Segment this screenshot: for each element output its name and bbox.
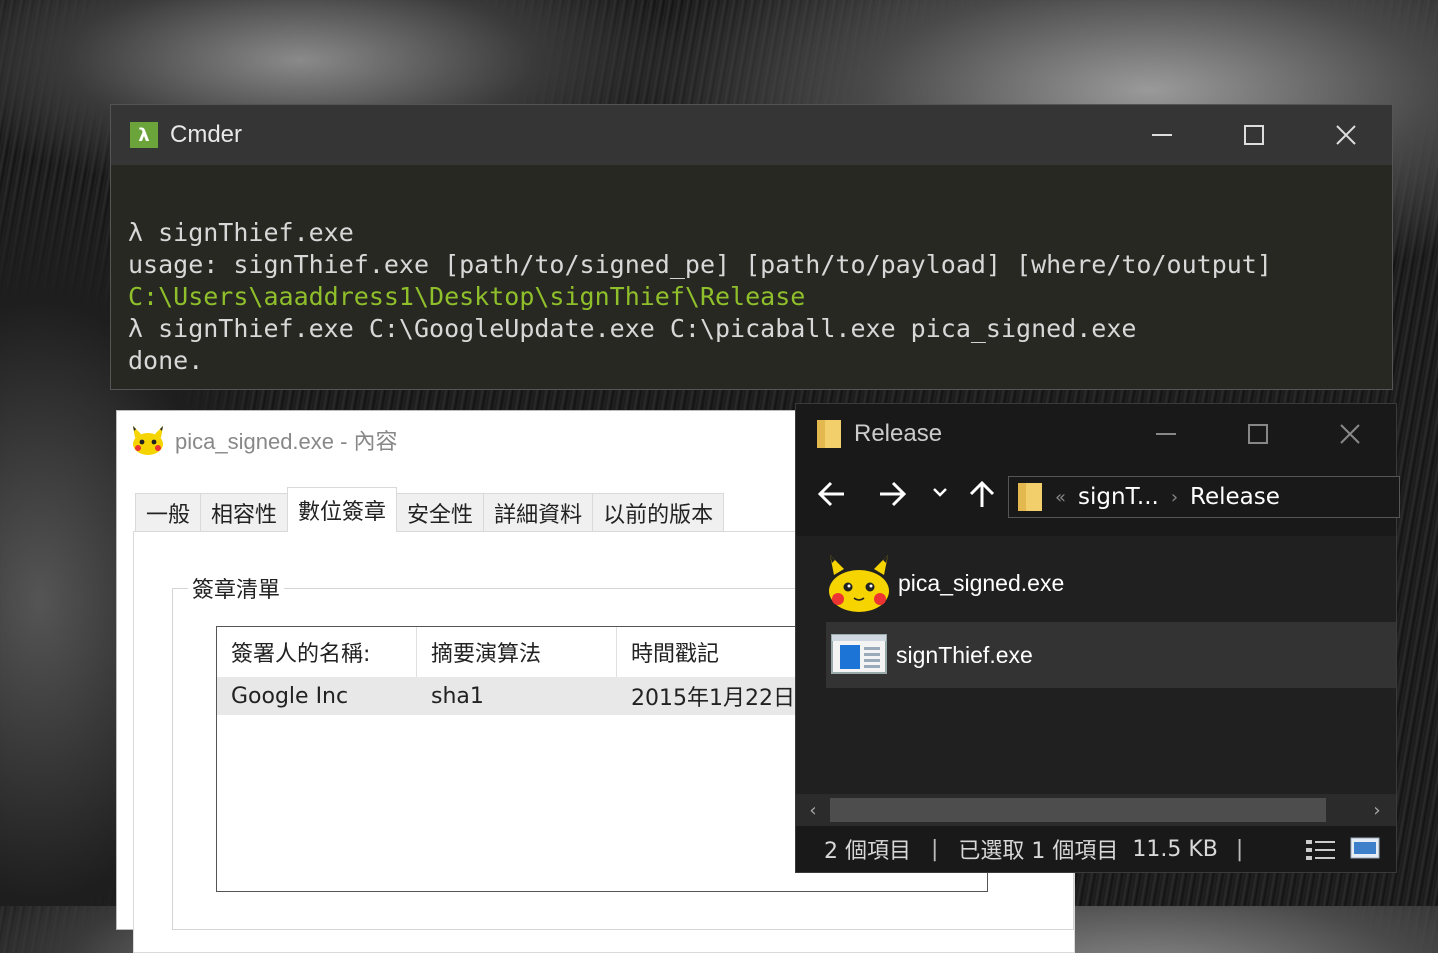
file-name: pica_signed.exe (898, 569, 1065, 596)
terminal-line: usage: signThief.exe [path/to/signed_pe]… (128, 250, 1272, 279)
terminal-prompt-path: C:\Users\aaaddress1\Desktop\signThief\Re… (128, 282, 806, 311)
terminal-line: λ signThief.exe (128, 218, 354, 247)
address-bar[interactable]: « signT... › Release (1008, 476, 1400, 518)
forward-button[interactable] (878, 480, 906, 508)
navigation-bar: « signT... › Release (796, 472, 1400, 528)
column-header-signer[interactable]: 簽署人的名稱: (217, 627, 417, 677)
selected-count: 已選取 1 個項目 (958, 839, 1119, 864)
cmder-lambda-icon: λ (130, 122, 158, 148)
arrow-up-icon (969, 480, 995, 507)
tab-strip: 一般 相容性 數位簽章 安全性 詳細資料 以前的版本 (135, 487, 725, 532)
overflow-chevron-icon[interactable]: « (1055, 487, 1066, 508)
folder-icon (1018, 483, 1042, 511)
folder-icon (817, 420, 841, 448)
status-bar: 2 個項目 | 已選取 1 個項目 11.5 KB | (796, 826, 1396, 872)
digest-algorithm: sha1 (431, 683, 484, 709)
maximize-icon (1248, 424, 1268, 444)
tab-details[interactable]: 詳細資料 (483, 493, 594, 532)
arrow-right-icon (880, 481, 906, 507)
scroll-right-icon[interactable]: › (1362, 794, 1392, 826)
signer-name: Google Inc (231, 683, 349, 709)
recent-locations-button[interactable] (932, 484, 948, 500)
dialog-title: pica_signed.exe - 內容 (175, 429, 398, 454)
close-button[interactable] (1300, 105, 1392, 165)
status-divider: | (931, 836, 939, 862)
close-icon (1340, 424, 1360, 444)
up-button[interactable] (968, 480, 996, 508)
tab-security[interactable]: 安全性 (396, 493, 485, 532)
list-item[interactable]: pica_signed.exe (826, 550, 1396, 616)
tab-digital-signatures[interactable]: 數位簽章 (287, 487, 398, 532)
file-name: signThief.exe (896, 641, 1033, 668)
list-item[interactable]: signThief.exe (826, 622, 1396, 688)
breadcrumb-separator-icon: › (1170, 486, 1179, 508)
explorer-title: Release (854, 420, 943, 447)
terminal-output[interactable]: λ signThief.exe usage: signThief.exe [pat… (111, 165, 1392, 377)
back-button[interactable] (818, 480, 846, 508)
window-title: Cmder (170, 121, 243, 148)
minimize-button[interactable] (1120, 404, 1212, 464)
breadcrumb-current[interactable]: Release (1190, 484, 1280, 510)
breadcrumb-parent[interactable]: signT... (1078, 484, 1159, 510)
terminal-line: done. (128, 346, 204, 375)
cmder-window[interactable]: λ Cmder λ signThief.exe usage: signThief.… (110, 104, 1393, 390)
scrollbar-thumb[interactable] (830, 798, 1326, 822)
maximize-button[interactable] (1212, 404, 1304, 464)
column-header-digest[interactable]: 摘要演算法 (417, 627, 617, 677)
selected-size: 11.5 KB (1132, 836, 1218, 862)
explorer-window[interactable]: Release « signT... › Release pica_signed… (795, 403, 1400, 873)
minimize-button[interactable] (1116, 105, 1208, 165)
group-label: 簽章清單 (188, 572, 285, 604)
file-list[interactable]: pica_signed.exe signThief.exe (796, 536, 1396, 794)
pikachu-icon (829, 555, 889, 612)
explorer-titlebar[interactable]: Release (796, 404, 1396, 464)
pikachu-icon (133, 426, 163, 455)
minimize-icon (1156, 433, 1176, 435)
exe-window-icon (831, 634, 887, 674)
details-view-icon[interactable] (1304, 838, 1338, 862)
tab-previous-versions[interactable]: 以前的版本 (592, 493, 725, 532)
scroll-left-icon[interactable]: ‹ (798, 794, 828, 826)
tab-general[interactable]: 一般 (135, 493, 202, 532)
maximize-button[interactable] (1208, 105, 1300, 165)
minimize-icon (1152, 134, 1172, 136)
maximize-icon (1244, 125, 1264, 145)
item-count: 2 個項目 (824, 839, 911, 864)
tab-compatibility[interactable]: 相容性 (200, 493, 289, 532)
arrow-left-icon (818, 481, 844, 507)
chevron-down-icon (933, 488, 947, 497)
close-button[interactable] (1304, 404, 1396, 464)
close-icon (1336, 125, 1356, 145)
horizontal-scrollbar[interactable]: ‹ › (796, 794, 1396, 826)
terminal-line: λ signThief.exe C:\GoogleUpdate.exe C:\p… (128, 314, 1137, 343)
cmder-titlebar[interactable]: λ Cmder (111, 105, 1392, 165)
status-divider: | (1235, 836, 1244, 862)
large-icons-view-icon[interactable] (1350, 836, 1380, 860)
